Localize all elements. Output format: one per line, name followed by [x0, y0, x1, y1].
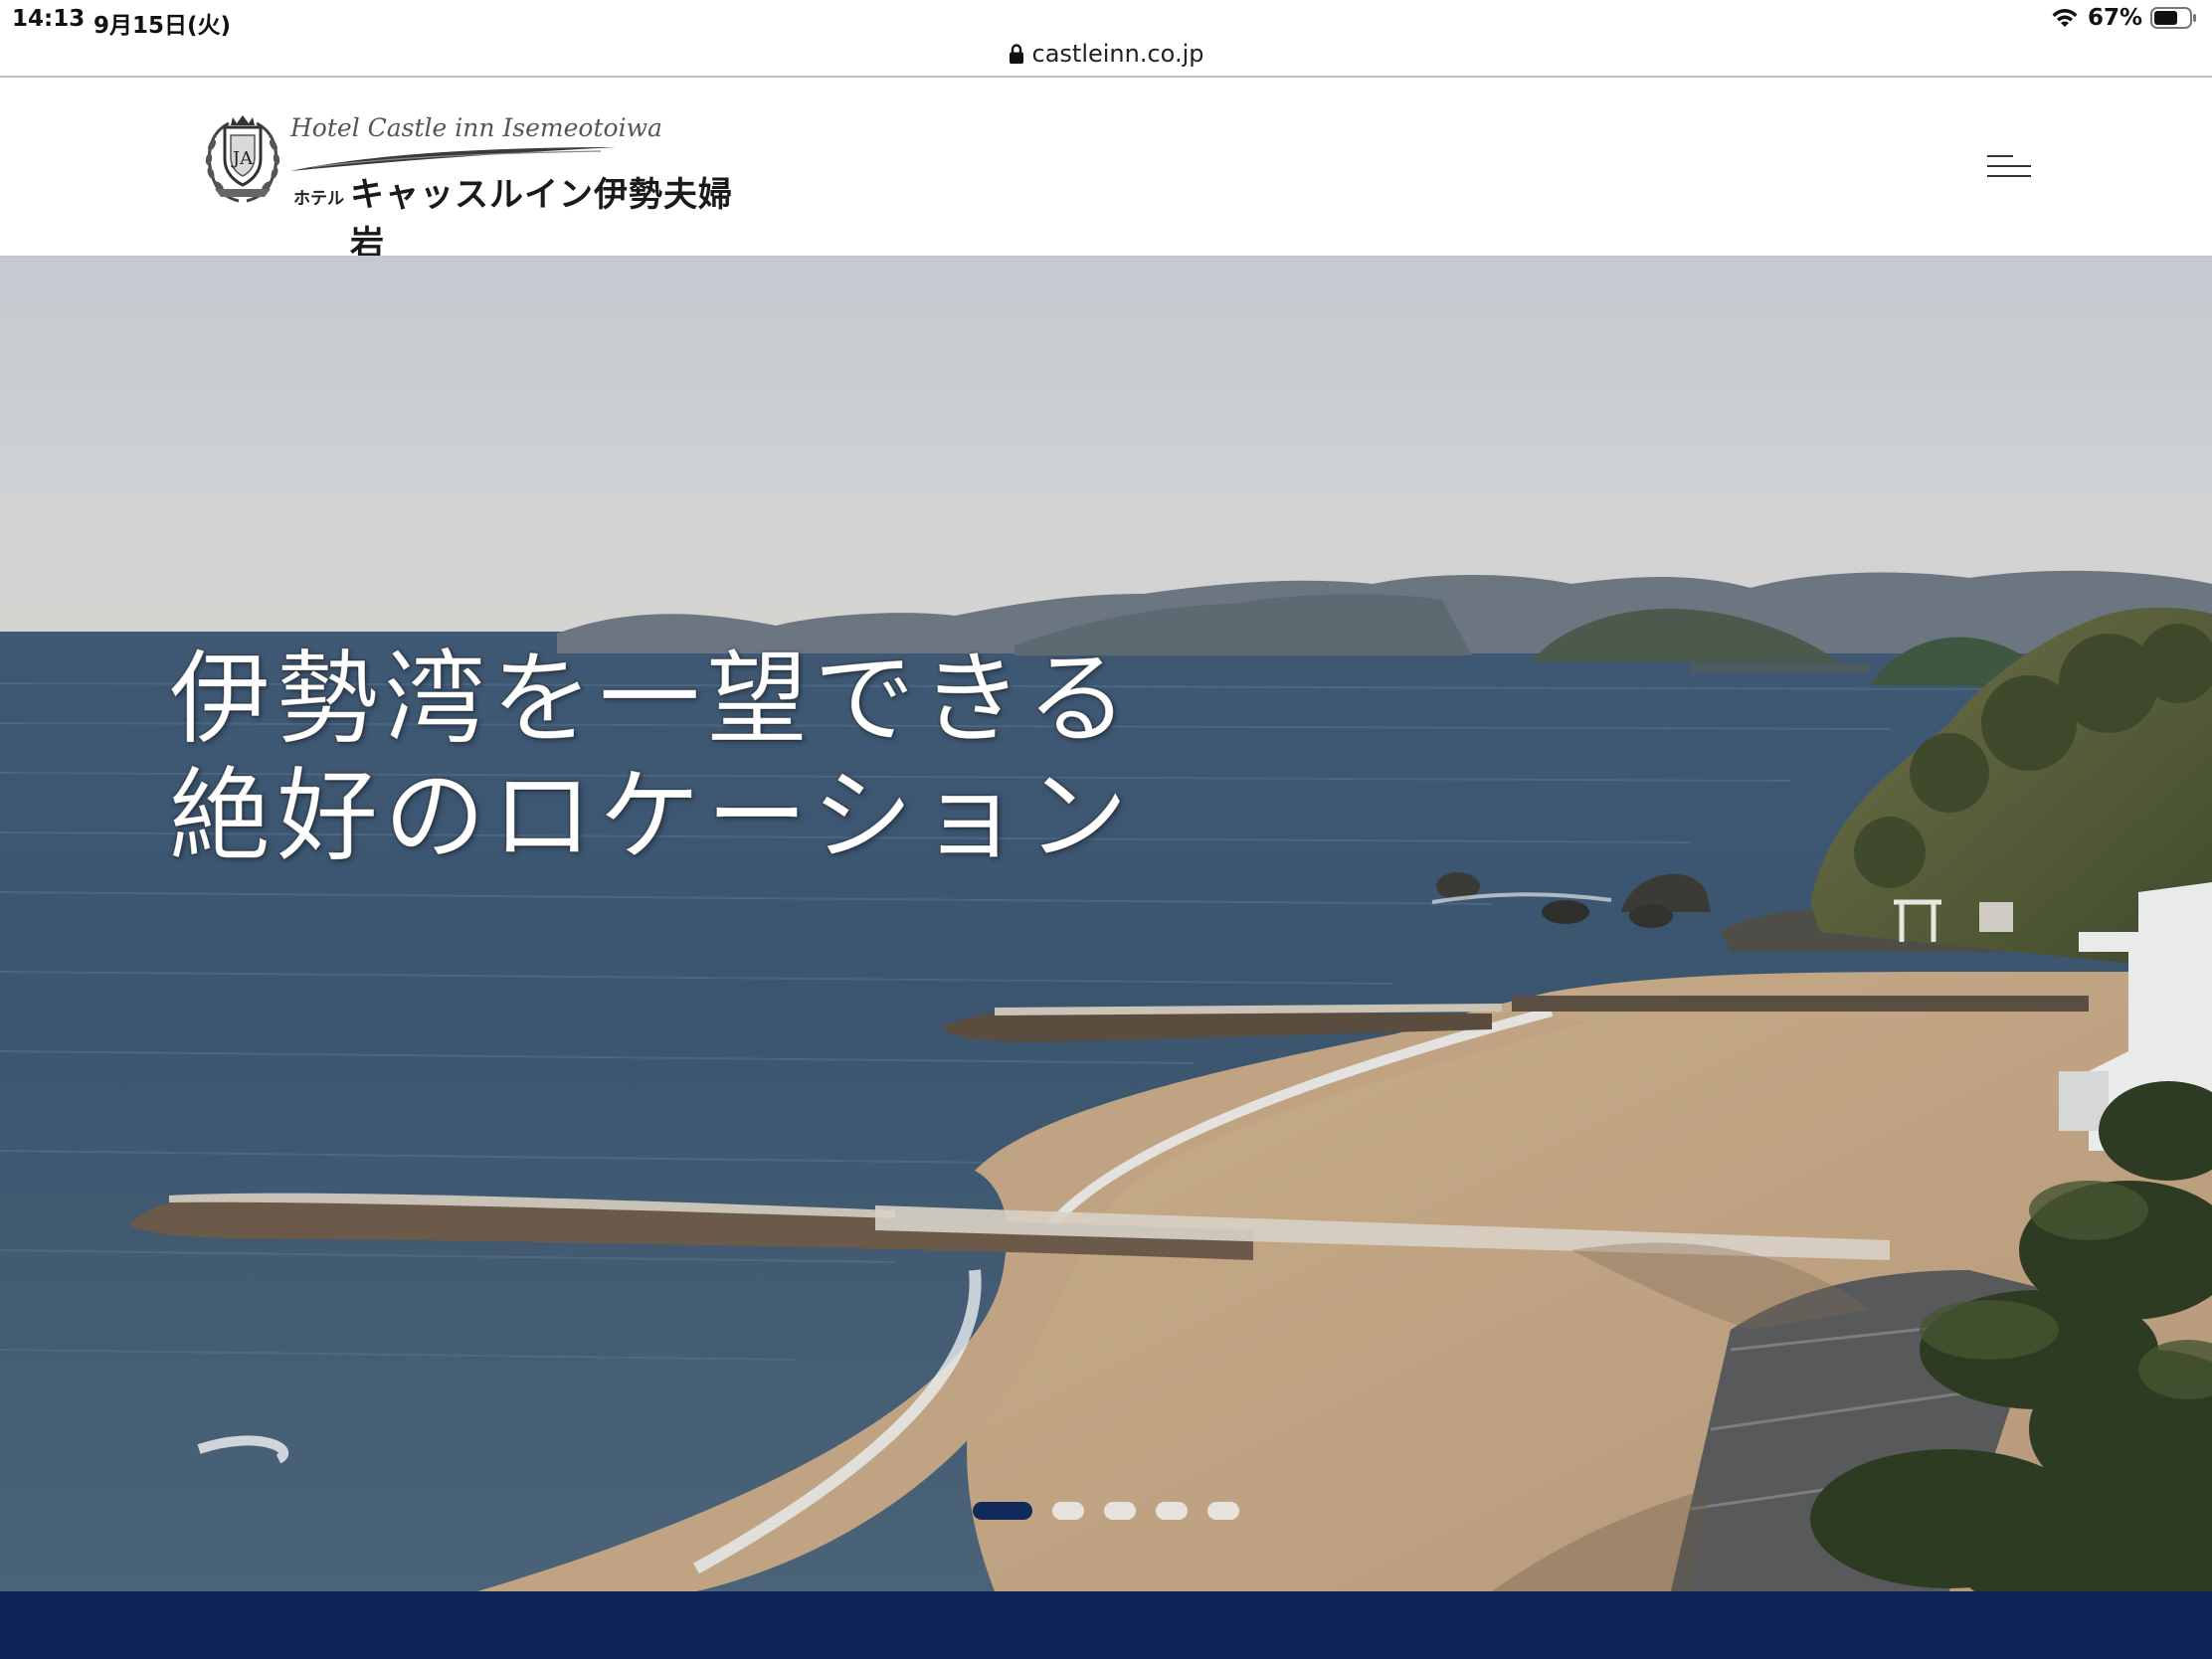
- lock-icon: [1009, 44, 1023, 64]
- hamburger-menu-button[interactable]: [1985, 151, 2033, 183]
- hero-slide-image: [0, 256, 2212, 1591]
- slider-dot-2[interactable]: [1052, 1502, 1084, 1520]
- status-right-group: 67%: [2050, 5, 2198, 31]
- logo-hotel-prefix: ホテル: [293, 189, 344, 209]
- logo-english-text: Hotel Castle inn Isemeotoiwa: [290, 113, 662, 142]
- hero-slider[interactable]: 伊勢湾を一望できる 絶好のロケーション: [0, 256, 2212, 1591]
- site-header: JA Hotel Castle inn Isemeotoiwa ホテル キャッス…: [0, 80, 2212, 264]
- battery-percentage: 67%: [2087, 5, 2142, 31]
- battery-icon: [2150, 7, 2196, 29]
- hotel-logo[interactable]: JA Hotel Castle inn Isemeotoiwa ホテル キャッス…: [199, 109, 756, 264]
- browser-url-bar: castleinn.co.jp: [0, 40, 2212, 78]
- wifi-icon: [2052, 9, 2078, 27]
- hero-caption-line-1: 伊勢湾を一望できる: [169, 641, 1134, 759]
- slider-dot-4[interactable]: [1156, 1502, 1188, 1520]
- hero-caption: 伊勢湾を一望できる 絶好のロケーション: [169, 641, 1134, 876]
- status-bar: 14:13 9月15日(火) 67%: [0, 0, 2212, 40]
- hamburger-menu-icon: [1987, 155, 2031, 177]
- slider-pagination: [973, 1502, 1239, 1520]
- status-time: 14:13: [12, 6, 86, 32]
- navy-section-band: [0, 1591, 2212, 1659]
- svg-text:JA: JA: [231, 148, 254, 169]
- status-date: 9月15日(火): [93, 13, 232, 39]
- crest-emblem-icon: JA: [205, 115, 280, 203]
- slider-dot-3[interactable]: [1104, 1502, 1136, 1520]
- slider-dot-5[interactable]: [1207, 1502, 1239, 1520]
- hero-caption-line-2: 絶好のロケーション: [169, 758, 1134, 876]
- slider-dot-1[interactable]: [973, 1502, 1032, 1520]
- url-text: castleinn.co.jp: [1031, 40, 1204, 68]
- logo-japanese-name: キャッスルイン伊勢夫婦岩: [350, 175, 733, 264]
- address-field[interactable]: castleinn.co.jp: [1009, 40, 1204, 68]
